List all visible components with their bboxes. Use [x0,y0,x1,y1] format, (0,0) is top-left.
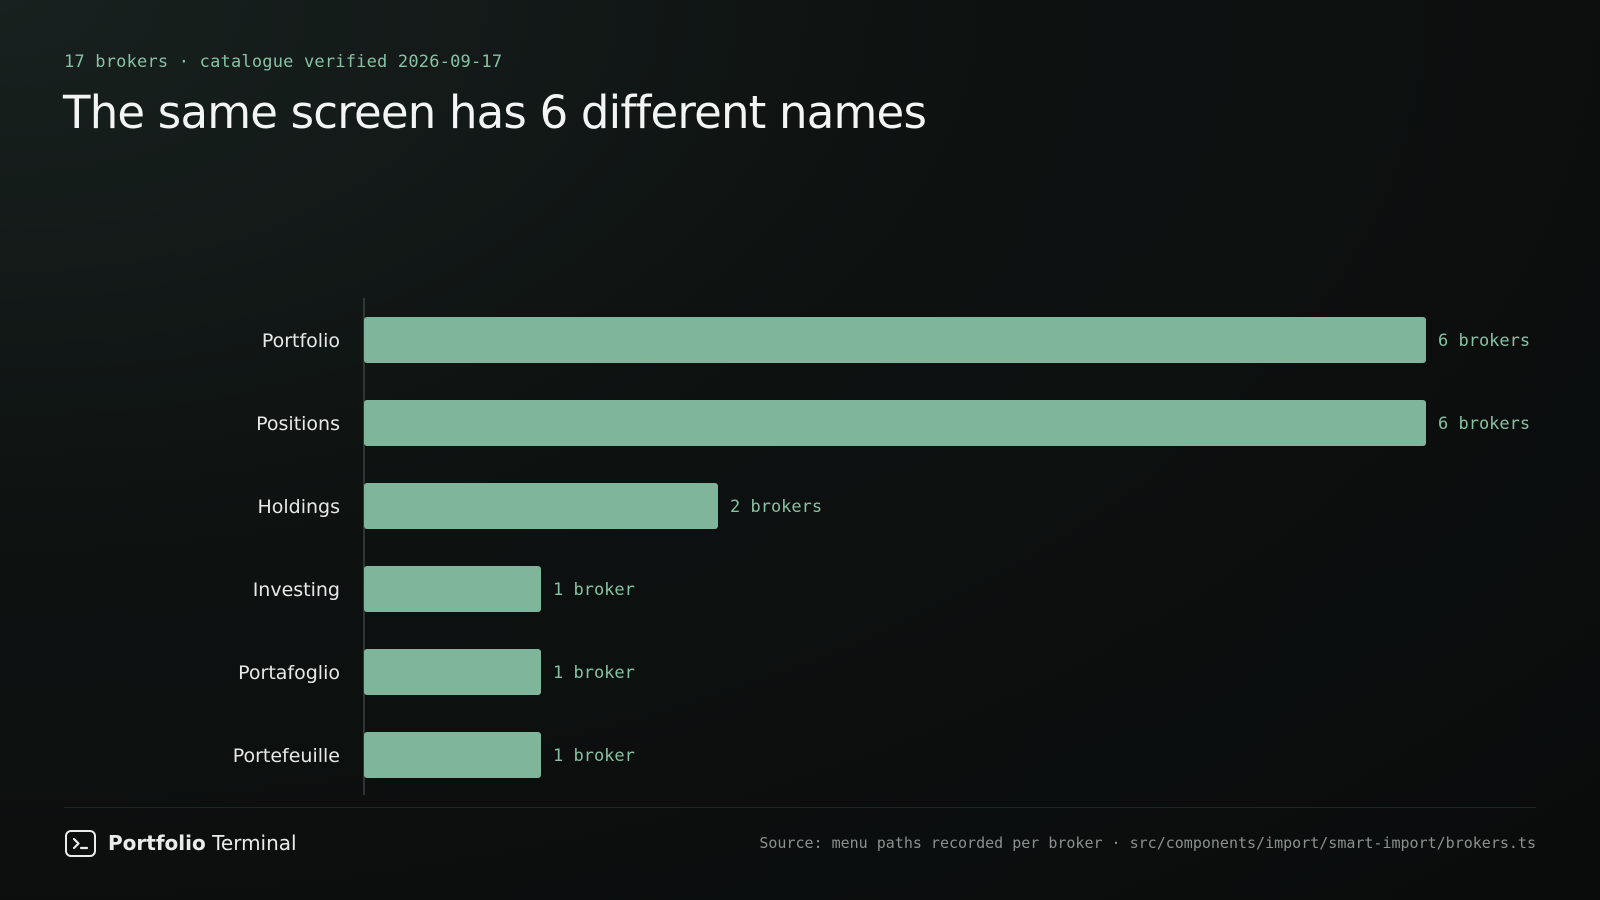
brand-name: Portfolio Terminal [108,831,297,855]
bar-portefeuille [364,732,541,778]
brand-logo: Portfolio Terminal [65,828,297,858]
bar-value-label: 2 brokers [730,497,822,517]
source-note: Source: menu paths recorded per broker ·… [759,834,1536,852]
bar-positions [364,400,1426,446]
bar-chart: Portfolio 6 brokers Positions 6 brokers Hold… [233,298,1530,795]
bar-value-label: 6 brokers [1438,414,1530,434]
bar-value-label: 1 broker [553,746,635,766]
bar-value-label: 1 broker [553,663,635,683]
bar-portfolio [364,317,1426,363]
category-label: Portafoglio [238,662,340,684]
bar-holdings [364,483,718,529]
terminal-prompt-icon [65,829,96,857]
bar-investing [364,566,541,612]
footer-divider [64,807,1536,808]
brand-name-strong: Portfolio [108,831,206,855]
category-label: Investing [253,579,340,601]
category-label: Portefeuille [233,745,340,767]
category-label: Positions [256,413,340,435]
bar-value-label: 6 brokers [1438,331,1530,351]
brand-name-rest: Terminal [212,831,297,855]
category-label: Portfolio [262,330,340,352]
bar-portafoglio [364,649,541,695]
category-label: Holdings [257,496,340,518]
bar-value-label: 1 broker [553,580,635,600]
